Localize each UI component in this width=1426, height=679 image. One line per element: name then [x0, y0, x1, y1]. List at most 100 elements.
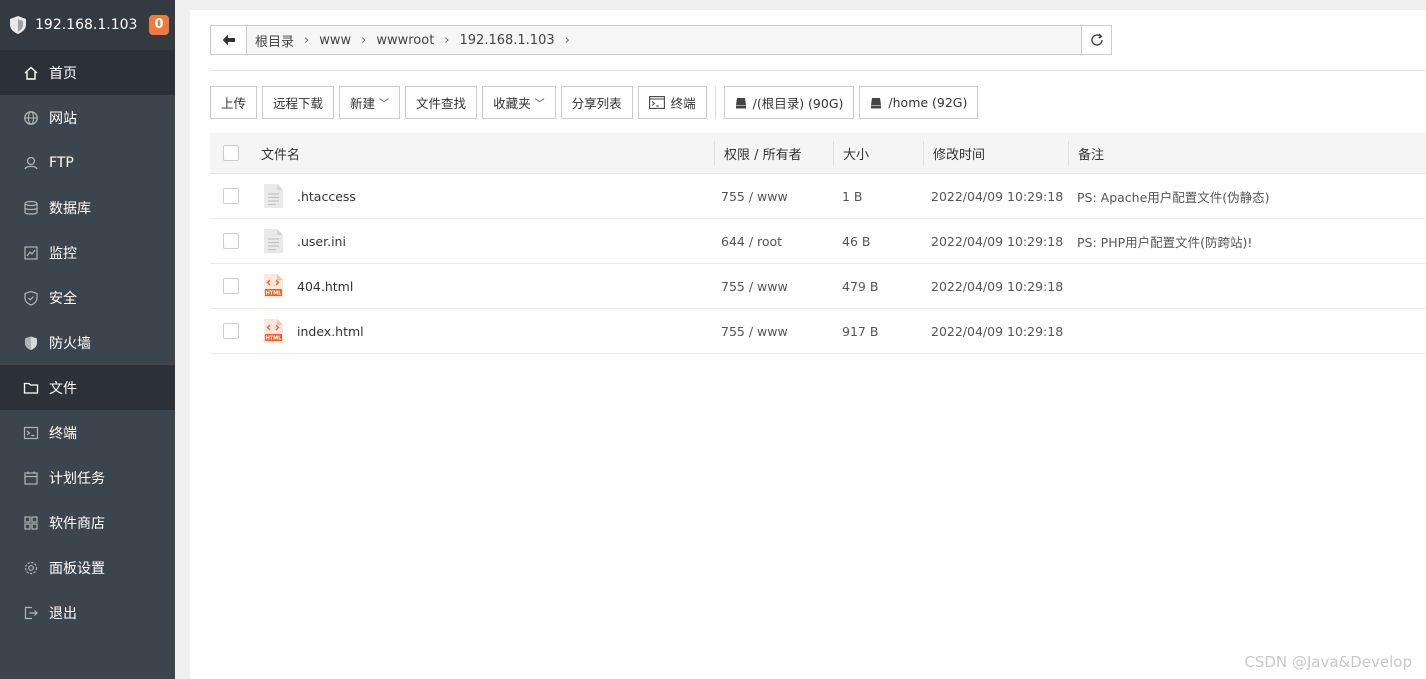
disk-icon	[871, 97, 882, 108]
sidebar-item-label: 软件商店	[49, 515, 105, 532]
table-row[interactable]: HTML index.html 755 / www 917 B 2022/04/…	[210, 309, 1426, 354]
sidebar-item-database[interactable]: 数据库	[0, 185, 175, 230]
file-mtime: 2022/04/09 10:29:18	[931, 188, 1064, 204]
file-permission[interactable]: 755 / www	[721, 174, 788, 218]
file-permission[interactable]: 755 / www	[721, 309, 788, 353]
refresh-button[interactable]	[1081, 25, 1112, 55]
favorites-dropdown-button[interactable]: 收藏夹 ﹀	[482, 86, 556, 119]
file-mtime: 2022/04/09 10:29:18	[931, 233, 1064, 249]
logo-icon	[10, 16, 26, 34]
notification-badge[interactable]: 0	[149, 15, 169, 35]
table-row[interactable]: .htaccess 755 / www 1 B 2022/04/09 10:29…	[210, 174, 1426, 219]
sidebar-item-label: 安全	[49, 290, 77, 307]
sidebar-item-label: 数据库	[49, 200, 91, 217]
file-remark: PS: PHP用户配置文件(防跨站)!	[1077, 234, 1253, 250]
table-row[interactable]: .user.ini 644 / root 46 B 2022/04/09 10:…	[210, 219, 1426, 264]
file-mtime: 2022/04/09 10:29:18	[931, 278, 1064, 294]
file-name[interactable]: .htaccess	[297, 174, 356, 218]
logout-icon	[23, 605, 39, 621]
globe-icon	[23, 110, 39, 126]
sidebar-item-logout[interactable]: 退出	[0, 590, 175, 635]
sidebar-item-label: 终端	[49, 425, 77, 442]
svg-text:HTML: HTML	[266, 336, 283, 342]
file-remark: PS: Apache用户配置文件(伪静态)	[1077, 189, 1270, 205]
database-icon	[23, 200, 39, 216]
sidebar-item-firewall[interactable]: 防火墙	[0, 320, 175, 365]
sidebar: 192.168.1.103 0 首页 网站 FTP 数据库 监控 安全 防火墙 …	[0, 0, 175, 679]
html-file-icon: HTML	[264, 309, 283, 353]
file-permission[interactable]: 755 / www	[721, 264, 788, 308]
back-button[interactable]	[211, 26, 247, 54]
terminal-icon	[648, 96, 665, 109]
file-search-button[interactable]: 文件查找	[405, 86, 478, 119]
header-modified[interactable]: 修改时间	[933, 133, 985, 173]
refresh-icon	[1090, 33, 1103, 46]
terminal-button-label: 终端	[670, 96, 696, 111]
file-name[interactable]: index.html	[297, 309, 364, 353]
breadcrumb-item-root[interactable]: 根目录	[255, 31, 300, 50]
text-file-icon	[264, 174, 283, 218]
path-bar: 根目录 › www › wwwroot › 192.168.1.103 ›	[210, 25, 1112, 55]
header-filename[interactable]: 文件名	[261, 133, 300, 173]
home-icon	[23, 65, 39, 81]
file-name[interactable]: 404.html	[297, 264, 353, 308]
divider	[210, 70, 1426, 71]
sidebar-item-cron[interactable]: 计划任务	[0, 455, 175, 500]
file-permission[interactable]: 644 / root	[721, 219, 782, 263]
chevron-down-icon: ﹀	[379, 99, 390, 110]
sidebar-item-terminal[interactable]: 终端	[0, 410, 175, 455]
file-name[interactable]: .user.ini	[297, 219, 346, 263]
file-size: 917 B	[842, 323, 879, 339]
disk-home-button[interactable]: /home (92G)	[859, 86, 979, 119]
header-permission[interactable]: 权限 / 所有者	[724, 133, 802, 173]
select-all-checkbox-cell	[223, 133, 239, 173]
row-checkbox[interactable]	[223, 278, 239, 294]
watermark: CSDN @Java&Develop	[1244, 653, 1412, 671]
sidebar-item-security[interactable]: 安全	[0, 275, 175, 320]
sidebar-item-label: 首页	[49, 65, 77, 82]
sidebar-item-home[interactable]: 首页	[0, 50, 175, 95]
arrow-left-icon	[222, 34, 235, 46]
terminal-button[interactable]: 终端	[637, 86, 707, 119]
table-row[interactable]: HTML 404.html 755 / www 479 B 2022/04/09…	[210, 264, 1426, 309]
sidebar-item-label: FTP	[49, 154, 74, 171]
file-size: 46 B	[842, 233, 871, 249]
sidebar-item-app-store[interactable]: 软件商店	[0, 500, 175, 545]
remote-download-button[interactable]: 远程下载	[262, 86, 335, 119]
sidebar-item-settings[interactable]: 面板设置	[0, 545, 175, 590]
new-dropdown-button[interactable]: 新建 ﹀	[339, 86, 401, 119]
row-checkbox[interactable]	[223, 233, 239, 249]
sidebar-item-monitor[interactable]: 监控	[0, 230, 175, 275]
sidebar-item-label: 监控	[49, 245, 77, 262]
table-header: 文件名 权限 / 所有者 大小 修改时间 备注	[210, 133, 1426, 174]
toolbar-divider	[714, 86, 716, 119]
upload-button[interactable]: 上传	[210, 86, 258, 119]
sidebar-item-website[interactable]: 网站	[0, 95, 175, 140]
breadcrumb: 根目录 › www › wwwroot › 192.168.1.103 ›	[247, 31, 580, 50]
chevron-down-icon: ﹀	[534, 99, 545, 110]
sidebar-item-files[interactable]: 文件	[0, 365, 175, 410]
monitor-icon	[23, 245, 39, 261]
terminal-icon	[23, 425, 39, 441]
disk-root-label: /(根目录) (90G)	[752, 96, 844, 111]
disk-icon	[735, 97, 746, 108]
gear-icon	[23, 560, 39, 576]
html-file-icon: HTML	[264, 264, 283, 308]
chevron-right-icon: ›	[304, 32, 310, 48]
select-all-checkbox[interactable]	[223, 145, 239, 161]
sidebar-header: 192.168.1.103 0	[0, 0, 175, 50]
sidebar-item-ftp[interactable]: FTP	[0, 140, 175, 185]
header-size[interactable]: 大小	[843, 133, 869, 173]
breadcrumb-item-site[interactable]: 192.168.1.103	[460, 33, 561, 48]
chevron-right-icon: ›	[361, 32, 367, 48]
svg-text:HTML: HTML	[266, 291, 283, 297]
breadcrumb-item-wwwroot[interactable]: wwwroot	[376, 33, 440, 48]
breadcrumb-item-www[interactable]: www	[319, 33, 357, 48]
disk-root-button[interactable]: /(根目录) (90G)	[723, 86, 855, 119]
row-checkbox[interactable]	[223, 323, 239, 339]
share-list-button[interactable]: 分享列表	[560, 86, 633, 119]
firewall-icon	[23, 335, 39, 351]
apps-icon	[23, 515, 39, 531]
calendar-icon	[23, 470, 39, 486]
row-checkbox[interactable]	[223, 188, 239, 204]
